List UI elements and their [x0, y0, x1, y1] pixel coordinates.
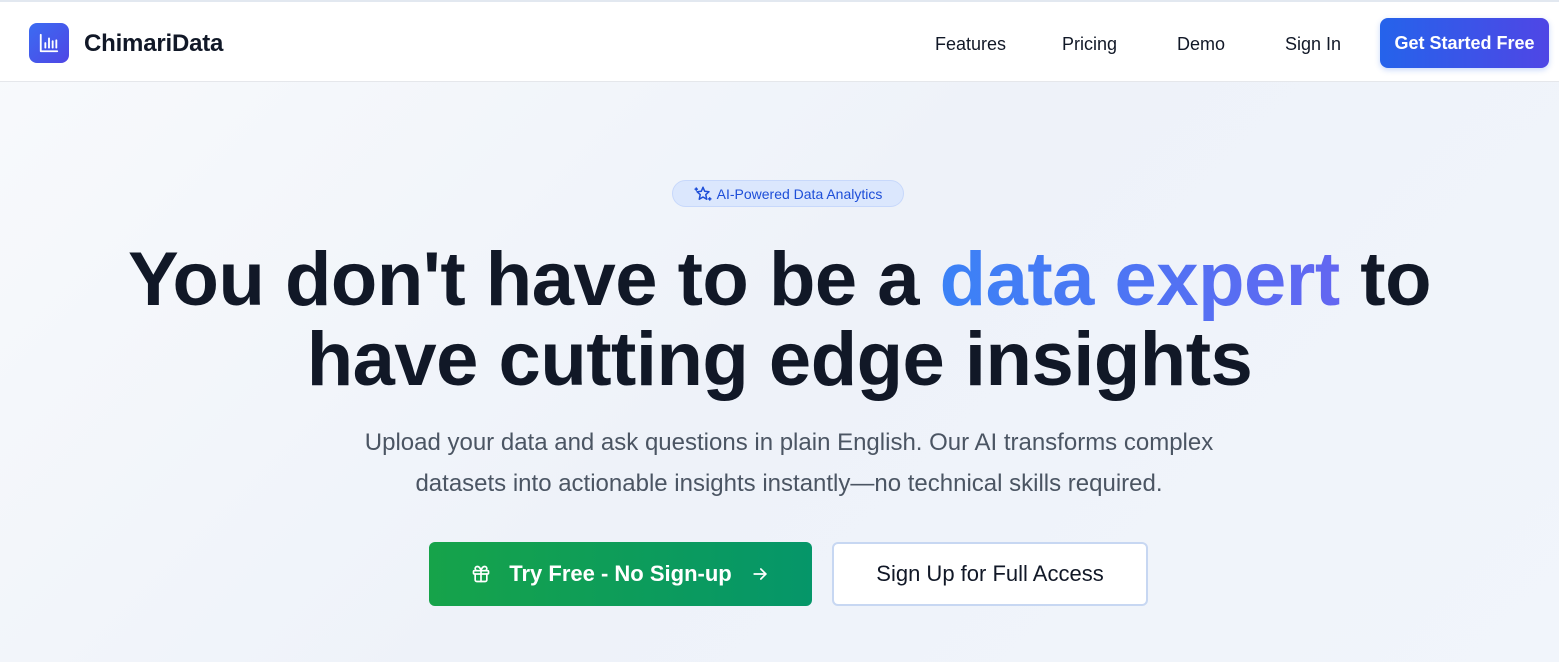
get-started-button[interactable]: Get Started Free: [1380, 18, 1549, 68]
headline-part2: to: [1339, 237, 1432, 322]
nav-demo[interactable]: Demo: [1177, 32, 1225, 56]
badge-text: AI-Powered Data Analytics: [716, 185, 883, 202]
gift-icon: [471, 564, 491, 584]
headline-line2: have cutting edge insights: [306, 317, 1253, 402]
sign-up-full-access-button[interactable]: Sign Up for Full Access: [832, 542, 1148, 606]
sparkles-icon: [694, 185, 712, 203]
headline-accent: data expert: [939, 237, 1341, 322]
try-free-button[interactable]: Try Free - No Sign-up: [429, 542, 812, 606]
hero-headline: You don't have to be a data expert to ha…: [0, 240, 1559, 400]
headline-part1: You don't have to be a: [127, 237, 940, 322]
logo[interactable]: [29, 23, 69, 63]
hero-subtitle: Upload your data and ask questions in pl…: [364, 429, 1214, 497]
nav-sign-in[interactable]: Sign In: [1285, 32, 1341, 56]
arrow-right-icon: [750, 564, 770, 584]
ai-badge: AI-Powered Data Analytics: [672, 180, 904, 207]
brand-name[interactable]: ChimariData: [84, 30, 223, 58]
site-header: ChimariData Features Pricing Demo Sign I…: [0, 2, 1559, 82]
try-free-label: Try Free - No Sign-up: [509, 561, 732, 586]
nav-pricing[interactable]: Pricing: [1062, 32, 1117, 56]
bar-chart-icon: [39, 33, 59, 53]
nav-features[interactable]: Features: [935, 32, 1006, 56]
